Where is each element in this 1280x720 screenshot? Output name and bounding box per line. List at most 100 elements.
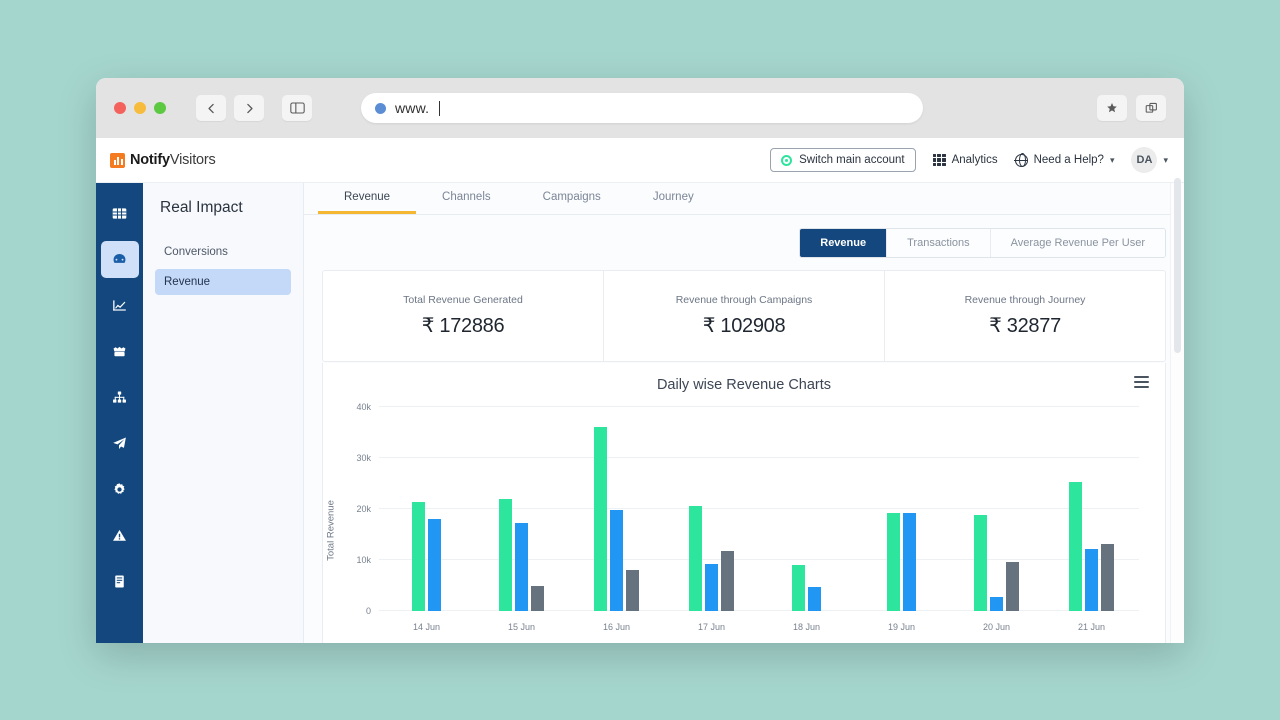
chevron-down-icon: ▾ bbox=[1110, 155, 1115, 166]
sidebar-item-apps[interactable] bbox=[101, 195, 139, 232]
notifyvisitors-logo[interactable]: NotifyVisitors bbox=[110, 152, 216, 168]
site-favicon-icon bbox=[375, 103, 386, 114]
metric-toggle-row: Revenue Transactions Average Revenue Per… bbox=[304, 215, 1184, 258]
x-axis-tick-label: 14 Jun bbox=[413, 622, 440, 632]
segment-transactions[interactable]: Transactions bbox=[887, 229, 991, 257]
chart-bar[interactable] bbox=[1069, 482, 1082, 611]
analytics-button[interactable]: Analytics bbox=[933, 154, 998, 167]
chart-bar-group: 17 Jun bbox=[664, 407, 759, 611]
need-help-button[interactable]: Need a Help? ▾ bbox=[1015, 154, 1115, 167]
header-right-group: Switch main account Analytics Need a Hel… bbox=[770, 147, 1168, 173]
forward-button[interactable] bbox=[234, 95, 264, 121]
chart-bar-group: 19 Jun bbox=[854, 407, 949, 611]
star-icon[interactable] bbox=[1097, 95, 1127, 121]
chart-bar[interactable] bbox=[1085, 549, 1098, 611]
tab-bar: Revenue Channels Campaigns Journey bbox=[304, 183, 1184, 215]
avatar: DA bbox=[1131, 147, 1157, 173]
maximize-window-button[interactable] bbox=[154, 102, 166, 114]
chart-plot-area: Total Revenue 010k20k30k40k14 Jun15 Jun1… bbox=[337, 403, 1151, 643]
kpi-label: Revenue through Campaigns bbox=[676, 294, 813, 306]
window-controls bbox=[114, 102, 166, 114]
y-axis-title: Total Revenue bbox=[326, 500, 337, 561]
chart-bar-group: 21 Jun bbox=[1044, 407, 1139, 611]
tab-revenue[interactable]: Revenue bbox=[318, 191, 416, 214]
hamburger-menu-icon[interactable] bbox=[1134, 376, 1149, 391]
chart-title: Daily wise Revenue Charts bbox=[337, 377, 1151, 393]
chart-bar[interactable] bbox=[705, 564, 718, 611]
logo-text-light: Visitors bbox=[170, 152, 216, 168]
chart-bar[interactable] bbox=[1101, 544, 1114, 611]
logo-text: NotifyVisitors bbox=[130, 152, 216, 168]
sidebar-item-settings[interactable] bbox=[101, 471, 139, 508]
kpi-total-revenue: Total Revenue Generated ₹ 172886 bbox=[323, 271, 604, 361]
chart-bar[interactable] bbox=[721, 551, 734, 611]
sidebar-item-analytics[interactable] bbox=[101, 287, 139, 324]
kpi-value: ₹ 102908 bbox=[703, 313, 786, 338]
x-axis-tick-label: 15 Jun bbox=[508, 622, 535, 632]
chart-bar[interactable] bbox=[610, 510, 623, 611]
segment-revenue[interactable]: Revenue bbox=[800, 229, 887, 257]
switch-main-account-button[interactable]: Switch main account bbox=[770, 148, 915, 172]
minimize-window-button[interactable] bbox=[134, 102, 146, 114]
kpi-value: ₹ 172886 bbox=[422, 313, 505, 338]
chart-bar[interactable] bbox=[428, 519, 441, 611]
chart-bar[interactable] bbox=[887, 513, 900, 611]
chart-bar[interactable] bbox=[499, 499, 512, 611]
sidebar-item-conversions[interactable]: Conversions bbox=[155, 239, 291, 265]
kpi-label: Total Revenue Generated bbox=[403, 294, 523, 306]
page-scrollbar[interactable] bbox=[1174, 116, 1181, 643]
chart-bar-group: 16 Jun bbox=[569, 407, 664, 611]
x-axis-tick-label: 19 Jun bbox=[888, 622, 915, 632]
analytics-label: Analytics bbox=[952, 154, 998, 166]
chart-bar[interactable] bbox=[990, 597, 1003, 611]
y-axis-tick-label: 30k bbox=[356, 453, 371, 463]
primary-sidebar bbox=[96, 183, 143, 643]
tab-journey[interactable]: Journey bbox=[627, 191, 720, 214]
revenue-chart-card: Daily wise Revenue Charts Total Revenue … bbox=[322, 363, 1166, 643]
page-title: Real Impact bbox=[155, 199, 291, 217]
chart-bar[interactable] bbox=[974, 515, 987, 611]
kpi-revenue-journey: Revenue through Journey ₹ 32877 bbox=[885, 271, 1165, 361]
sidebar-item-alerts[interactable] bbox=[101, 517, 139, 554]
browser-right-buttons bbox=[1097, 95, 1166, 121]
chart-bar[interactable] bbox=[1006, 562, 1019, 611]
sidebar-item-revenue[interactable]: Revenue bbox=[155, 269, 291, 295]
kpi-value: ₹ 32877 bbox=[989, 313, 1061, 338]
scrollbar-thumb[interactable] bbox=[1174, 178, 1181, 353]
chart-bar[interactable] bbox=[515, 523, 528, 611]
sidebar-item-docs[interactable] bbox=[101, 563, 139, 600]
close-window-button[interactable] bbox=[114, 102, 126, 114]
segment-arpu[interactable]: Average Revenue Per User bbox=[991, 229, 1165, 257]
app-body: Real Impact Conversions Revenue Revenue … bbox=[96, 183, 1184, 643]
apps-grid-icon bbox=[933, 154, 946, 167]
logo-mark-icon bbox=[110, 153, 125, 168]
copy-tabs-icon[interactable] bbox=[1136, 95, 1166, 121]
chart-bar[interactable] bbox=[808, 587, 821, 611]
chart-bar[interactable] bbox=[903, 513, 916, 611]
chart-bar[interactable] bbox=[689, 506, 702, 611]
chart-bar[interactable] bbox=[626, 570, 639, 611]
chart-bar[interactable] bbox=[531, 586, 544, 612]
chart-bars: 14 Jun15 Jun16 Jun17 Jun18 Jun19 Jun20 J… bbox=[379, 407, 1139, 611]
chart-bar-group: 14 Jun bbox=[379, 407, 474, 611]
sidebar-item-dashboard[interactable] bbox=[101, 241, 139, 278]
account-menu[interactable]: DA ▾ bbox=[1131, 147, 1168, 173]
x-axis-tick-label: 16 Jun bbox=[603, 622, 630, 632]
sidebar-item-audience[interactable] bbox=[101, 333, 139, 370]
tab-channels[interactable]: Channels bbox=[416, 191, 517, 214]
chart-bar[interactable] bbox=[792, 565, 805, 611]
x-axis-tick-label: 21 Jun bbox=[1078, 622, 1105, 632]
kpi-row: Total Revenue Generated ₹ 172886 Revenue… bbox=[322, 270, 1166, 362]
address-bar[interactable]: www. bbox=[361, 93, 923, 123]
x-axis-tick-label: 17 Jun bbox=[698, 622, 725, 632]
globe-icon bbox=[1015, 154, 1028, 167]
logo-text-bold: Notify bbox=[130, 152, 170, 168]
url-text: www. bbox=[395, 100, 429, 116]
chart-bar[interactable] bbox=[412, 502, 425, 611]
sidebar-item-sitemap[interactable] bbox=[101, 379, 139, 416]
chart-bar[interactable] bbox=[594, 427, 607, 611]
back-button[interactable] bbox=[196, 95, 226, 121]
sidebar-item-campaigns[interactable] bbox=[101, 425, 139, 462]
sidebar-toggle-icon[interactable] bbox=[282, 95, 312, 121]
tab-campaigns[interactable]: Campaigns bbox=[517, 191, 627, 214]
